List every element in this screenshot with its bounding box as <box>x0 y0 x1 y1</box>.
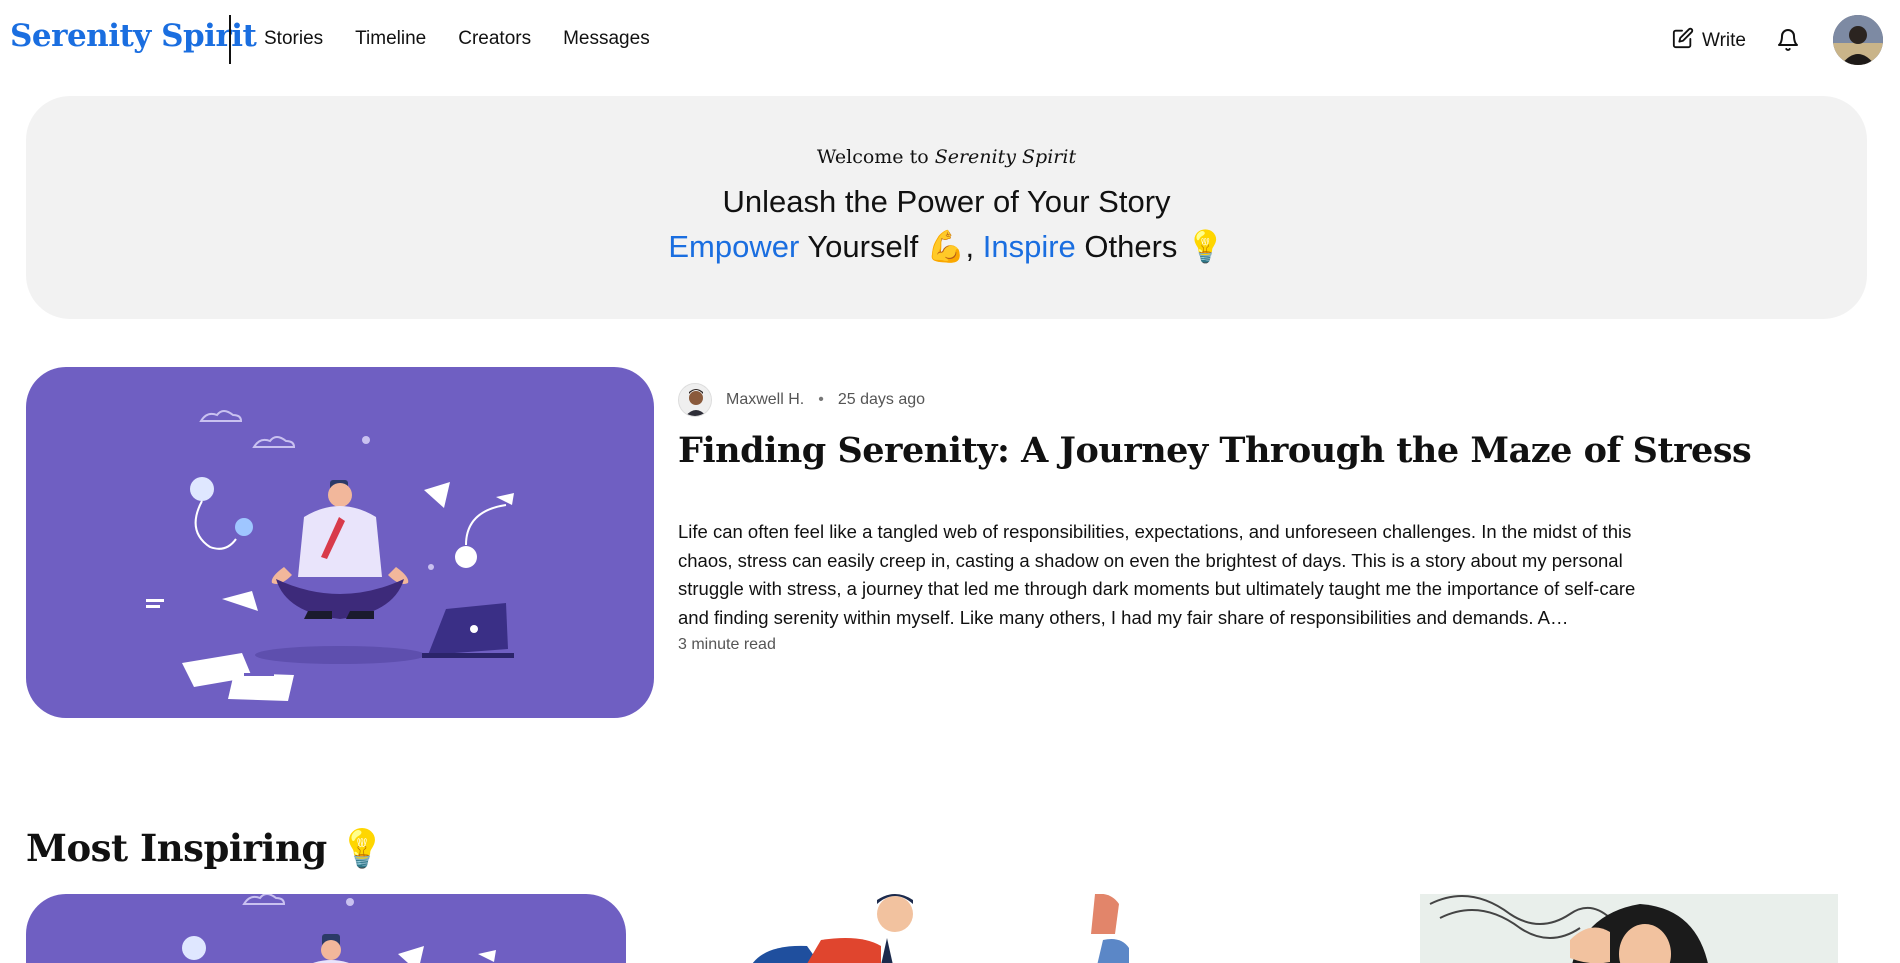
author-avatar[interactable] <box>678 383 712 417</box>
author-name[interactable]: Maxwell H. <box>726 391 804 409</box>
meta-separator: • <box>818 391 824 408</box>
pencil-square-icon <box>1672 27 1694 55</box>
post-date: 25 days ago <box>837 391 926 408</box>
brand-logo[interactable]: Serenity Spirit <box>10 18 257 54</box>
featured-story-image[interactable] <box>26 367 654 718</box>
section-title-most-inspiring: Most Inspiring 💡 <box>26 826 385 871</box>
featured-story-meta: Maxwell H. • 25 days ago <box>678 383 925 417</box>
bell-icon[interactable] <box>1776 28 1800 57</box>
featured-story-excerpt: Life can often feel like a tangled web o… <box>678 521 1636 628</box>
featured-story-title[interactable]: Finding Serenity: A Journey Through the … <box>678 430 1828 471</box>
nav-link-messages[interactable]: Messages <box>563 28 650 50</box>
welcome-hero: Welcome to Serenity Spirit Unleash the P… <box>26 96 1867 319</box>
user-avatar[interactable] <box>1833 15 1883 65</box>
hero-subtitle: Empower Yourself 💪, Inspire Others 💡 <box>26 228 1867 265</box>
hero-yourself-word: Yourself <box>807 229 919 264</box>
flexed-biceps-icon: 💪 <box>926 229 966 264</box>
read-time: 3 minute read <box>678 636 776 653</box>
nav-divider <box>229 15 231 64</box>
hero-welcome-brand: Serenity Spirit <box>934 146 1077 168</box>
hero-empower-word: Empower <box>668 229 800 264</box>
write-button[interactable]: Write <box>1672 27 1746 55</box>
light-bulb-icon: 💡 <box>339 826 385 870</box>
nav-link-stories[interactable]: Stories <box>264 28 323 50</box>
main-nav: Stories Timeline Creators Messages <box>264 28 650 50</box>
nav-link-creators[interactable]: Creators <box>458 28 531 50</box>
write-label: Write <box>1702 30 1746 51</box>
hero-comma: , <box>965 229 975 264</box>
section-title-text: Most Inspiring <box>26 826 327 870</box>
inspiring-card-3[interactable] <box>1420 894 1838 963</box>
top-navbar: Serenity Spirit Stories Timeline Creator… <box>0 0 1900 80</box>
hero-welcome-line: Welcome to Serenity Spirit <box>26 146 1867 168</box>
hero-welcome-prefix: Welcome to <box>816 146 929 168</box>
inspiring-card-1[interactable] <box>26 894 626 963</box>
hero-others-word: Others <box>1084 229 1178 264</box>
light-bulb-icon: 💡 <box>1186 229 1225 264</box>
nav-link-timeline[interactable]: Timeline <box>355 28 426 50</box>
hero-title: Unleash the Power of Your Story <box>722 184 1171 219</box>
inspiring-card-2[interactable] <box>705 894 1165 963</box>
hero-inspire-word: Inspire <box>982 229 1076 264</box>
